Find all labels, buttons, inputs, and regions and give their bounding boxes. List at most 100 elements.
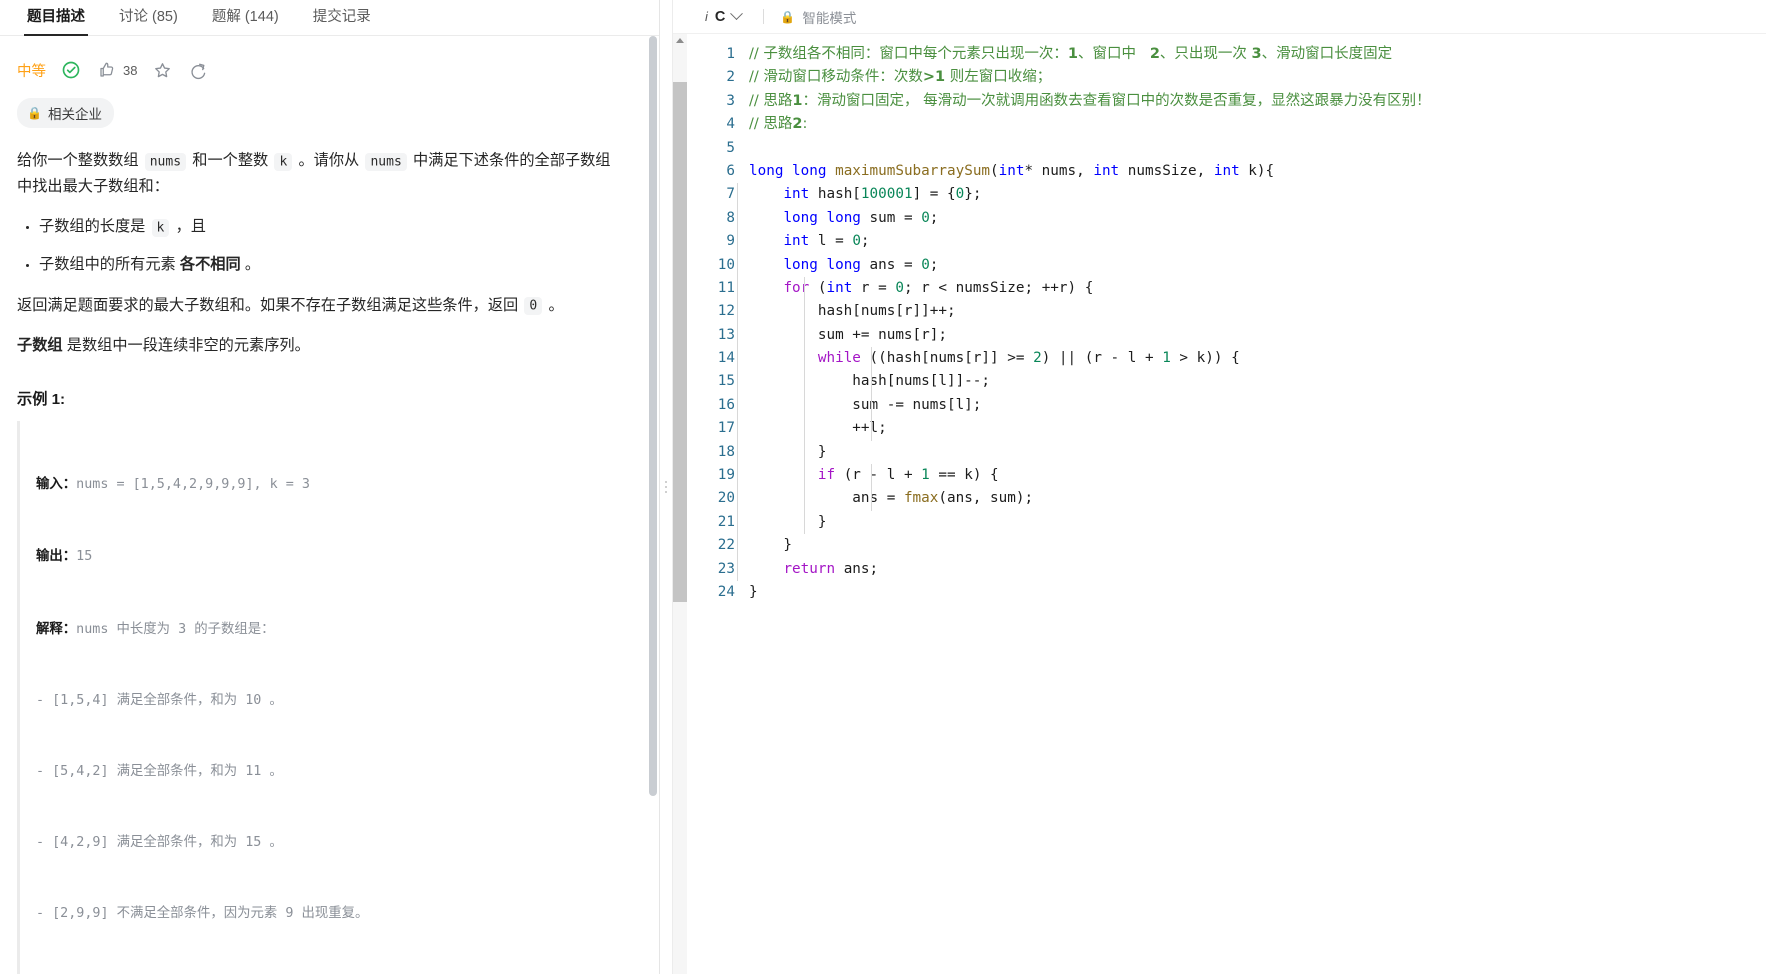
condition-2-emphasis: 各不相同 <box>179 256 241 274</box>
line-number: 19 <box>717 467 735 484</box>
code-line: int hash[100001] = {0}; <box>783 186 982 203</box>
condition-2-text-b: 。 <box>240 256 261 274</box>
code-nums-2: nums <box>365 152 407 171</box>
example-line: - [1,5,4] 满足全部条件，和为 10 。 <box>36 689 625 713</box>
code-content[interactable]: // 子数组各不相同：窗口中每个元素只出现一次：1、窗口中 2、只出现一次 3、… <box>735 34 1766 974</box>
tab-discussion[interactable]: 讨论 (85) <box>102 5 195 35</box>
indent-guide <box>804 277 805 535</box>
example-1: 示例 1: 输入：nums = [1,5,4,2,9,9,9], k = 3 输… <box>17 387 625 974</box>
smart-mode-toggle[interactable]: 🔒 智能模式 <box>780 7 856 27</box>
code-line: return ans; <box>783 560 879 577</box>
line-number: 7 <box>726 186 735 203</box>
line-number: 21 <box>717 513 735 530</box>
problem-scrollbar-thumb[interactable] <box>649 36 657 796</box>
code-line: if (r - l + 1 == k) { <box>817 467 999 484</box>
line-number: 13 <box>717 326 735 343</box>
return-text-a: 返回满足题面要求的最大子数组和。如果不存在子数组满足这些条件，返回 <box>17 296 523 314</box>
code-line: // 子数组各不相同：窗口中每个元素只出现一次：1、窗口中 2、只出现一次 3、… <box>749 46 1393 62</box>
code-line: hash[nums[l]]--; <box>749 373 991 390</box>
line-number: 17 <box>717 420 735 437</box>
condition-1-text-a: 子数组的长度是 <box>39 218 150 236</box>
code-line: } <box>749 583 758 600</box>
code-line: } <box>749 537 793 554</box>
line-number: 8 <box>726 209 735 226</box>
line-number: 15 <box>717 373 735 390</box>
code-line: int l = 0; <box>783 233 870 250</box>
indent-guide <box>871 347 872 441</box>
scroll-up-arrow-icon[interactable] <box>676 38 684 43</box>
example-line-value: - [4,2,9] 满足全部条件，和为 15 。 <box>36 835 283 851</box>
language-prefix-icon: i <box>705 9 708 24</box>
example-line: - [5,4,2] 满足全部条件，和为 11 。 <box>36 760 625 784</box>
tab-solutions[interactable]: 题解 (144) <box>195 5 296 35</box>
return-text-b: 。 <box>544 296 564 314</box>
code-area[interactable]: 1 2 3 4 5 6 7 8 9 10 11 12 13 14 15 16 17 18 19 20 21 22 23 24 … <box>673 34 1766 974</box>
smart-mode-label: 智能模式 <box>802 10 857 26</box>
line-number-gutter: 1 2 3 4 5 6 7 8 9 10 11 12 13 14 15 16 17 18 19 20 21 22 23 24 <box>687 34 735 974</box>
example-line-value: nums = [1,5,4,2,9,9,9], k = 3 <box>76 477 310 493</box>
condition-item-1: 子数组的长度是 k ，且 <box>39 214 625 240</box>
example-line-value: - [1,5,4] 满足全部条件，和为 10 。 <box>36 692 283 708</box>
company-tag-label: 相关企业 <box>47 107 102 122</box>
example-line: 解释：nums 中长度为 3 的子数组是： <box>36 617 625 642</box>
editor-vertical-scrollbar[interactable] <box>673 34 687 974</box>
tab-submissions[interactable]: 提交记录 <box>296 5 388 35</box>
example-line-label: 输出： <box>36 548 77 564</box>
line-number: 5 <box>726 139 735 156</box>
panel-splitter[interactable] <box>660 0 672 974</box>
example-line: - [4,2,9] 满足全部条件，和为 15 。 <box>36 831 625 855</box>
example-line: - [2,9,9] 不满足全部条件，因为元素 9 出现重复。 <box>36 902 625 926</box>
code-line: long long ans = 0; <box>783 256 939 273</box>
thumbs-up-icon <box>96 59 118 81</box>
line-number: 18 <box>717 443 735 460</box>
like-button[interactable]: 38 <box>96 59 137 81</box>
code-line: hash[nums[r]]++; <box>749 303 956 320</box>
toolbar-divider <box>763 9 765 24</box>
code-line: while ((hash[nums[r]] >= 2) || (r - l + … <box>817 350 1240 367</box>
code-k-2: k <box>151 218 170 237</box>
code-line: // 思路2: <box>749 116 808 133</box>
problem-description: 给你一个整数数组 nums 和一个整数 k 。请你从 nums 中满足下述条件的… <box>17 148 625 359</box>
indent-guide <box>737 183 738 582</box>
line-number: 6 <box>726 162 735 179</box>
line-number: 10 <box>717 256 735 273</box>
example-line-value: 15 <box>76 549 93 565</box>
code-line: } <box>749 443 827 460</box>
code-line: // 思路1：滑动窗口固定， 每滑动一次就调用函数去查看窗口中的次数是否重复，显… <box>749 92 1431 109</box>
editor-toolbar: i C 🔒 智能模式 <box>673 0 1766 34</box>
example-1-title: 示例 1: <box>17 390 66 408</box>
star-icon[interactable] <box>151 59 173 81</box>
condition-item-2: 子数组中的所有元素 各不相同 。 <box>39 252 625 278</box>
chevron-down-icon <box>730 7 744 21</box>
line-number: 2 <box>726 69 735 86</box>
tab-description[interactable]: 题目描述 <box>10 5 102 36</box>
line-number: 20 <box>717 490 735 507</box>
example-1-block: 输入：nums = [1,5,4,2,9,9,9], k = 3 输出：15 解… <box>17 420 625 974</box>
code-line: long long maximumSubarraySum(int* nums, … <box>749 162 1275 179</box>
example-line: 输出：15 <box>36 544 625 569</box>
code-line: // 滑动窗口移动条件：次数>1 则左窗口收缩； <box>749 69 1052 86</box>
example-line: 输入：nums = [1,5,4,2,9,9,9], k = 3 <box>36 472 625 497</box>
share-icon[interactable] <box>187 59 209 81</box>
line-number: 1 <box>726 46 735 62</box>
problem-tabbar: 题目描述 讨论 (85) 题解 (144) 提交记录 <box>0 0 659 36</box>
example-line-value: nums 中长度为 3 的子数组是： <box>76 621 275 637</box>
language-selector[interactable]: i C <box>699 6 747 28</box>
splitter-grip-icon <box>665 481 667 493</box>
line-number: 22 <box>717 537 735 554</box>
condition-list: 子数组的长度是 k ，且 子数组中的所有元素 各不相同 。 <box>17 214 625 278</box>
editor-scrollbar-thumb[interactable] <box>673 82 687 602</box>
problem-scrollbar[interactable] <box>649 36 657 974</box>
line-number: 23 <box>717 560 735 577</box>
company-tag[interactable]: 🔒 相关企业 <box>17 98 114 128</box>
description-intro: 给你一个整数数组 nums 和一个整数 k 。请你从 nums 中满足下述条件的… <box>17 148 625 200</box>
line-number: 14 <box>717 350 735 367</box>
intro-text-b: 和一个整数 <box>188 152 273 169</box>
definition-term: 子数组 <box>17 336 63 354</box>
problem-content-scroll[interactable]: 中等 38 🔒 相关企业 给你一个整数数组 nums 和一个整数 k 。请你从 … <box>0 36 659 974</box>
code-line: sum -= nums[l]; <box>749 396 982 413</box>
check-circle-icon[interactable] <box>60 59 82 81</box>
code-nums-1: nums <box>144 152 187 171</box>
line-number: 3 <box>726 92 735 109</box>
